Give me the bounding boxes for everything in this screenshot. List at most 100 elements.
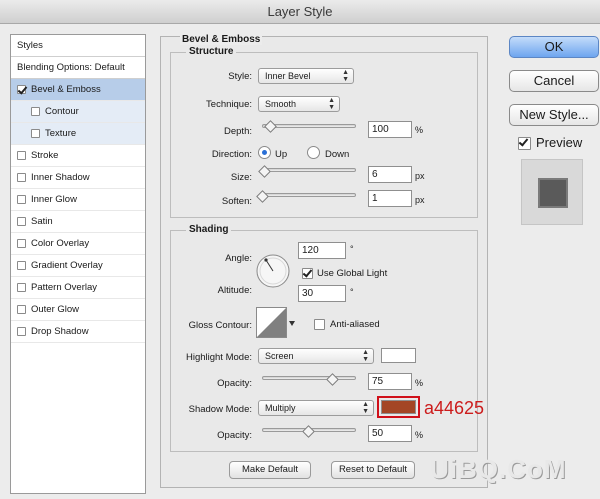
styles-item-checkbox[interactable] [17, 173, 26, 182]
reset-to-default-button[interactable]: Reset to Default [331, 461, 415, 479]
use-global-light-label: Use Global Light [317, 268, 388, 279]
shading-title: Shading [186, 224, 232, 235]
styles-item-drop-shadow[interactable]: Drop Shadow [11, 321, 145, 343]
styles-item-label: Inner Glow [31, 193, 77, 205]
ok-button[interactable]: OK [509, 36, 599, 58]
highlight-mode-value: Screen [265, 351, 294, 361]
styles-item-checkbox[interactable] [17, 261, 26, 270]
cancel-button[interactable]: Cancel [509, 70, 599, 92]
styles-item-checkbox[interactable] [17, 195, 26, 204]
styles-item-label: Texture [45, 127, 77, 139]
styles-item-checkbox[interactable] [17, 85, 26, 94]
shadow-color-annotation: a44625 [424, 398, 485, 418]
styles-item-label: Drop Shadow [31, 325, 89, 337]
preview-checkbox[interactable] [518, 137, 531, 150]
styles-item-color-overlay[interactable]: Color Overlay [11, 233, 145, 255]
watermark-logo: UiBQ.CoM [430, 454, 567, 484]
updown-arrows-icon: ▲ ▼ [342, 69, 349, 83]
styles-item-inner-glow[interactable]: Inner Glow [11, 189, 145, 211]
size-slider[interactable] [262, 168, 356, 172]
direction-down-radio[interactable] [307, 146, 320, 159]
shadow-color-swatch[interactable] [381, 400, 416, 414]
styles-item-label: Outer Glow [31, 303, 80, 315]
styles-header[interactable]: Styles [11, 35, 145, 57]
soften-unit: px [415, 195, 425, 205]
styles-item-contour[interactable]: Contour [11, 101, 145, 123]
styles-item-outer-glow[interactable]: Outer Glow [11, 299, 145, 321]
structure-title: Structure [186, 46, 237, 57]
style-preview-swatch [538, 178, 568, 208]
styles-item-satin[interactable]: Satin [11, 211, 145, 233]
highlight-mode-label: Highlight Mode: [185, 352, 252, 363]
shadow-opacity-input[interactable]: 50 [368, 425, 412, 442]
direction-up-label: Up [275, 149, 288, 160]
altitude-input[interactable]: 30 [298, 285, 346, 302]
soften-slider[interactable] [262, 193, 356, 197]
style-select[interactable]: Inner Bevel ▲ ▼ [258, 68, 354, 84]
shadow-mode-select[interactable]: Multiply ▲ ▼ [258, 400, 374, 416]
styles-item-checkbox[interactable] [17, 217, 26, 226]
style-select-value: Inner Bevel [265, 71, 311, 81]
gloss-contour-label: Gloss Contour: [188, 320, 252, 331]
technique-select-value: Smooth [265, 99, 297, 109]
style-label: Style: [228, 71, 252, 82]
highlight-opacity-label: Opacity: [217, 378, 252, 389]
styles-item-label: Inner Shadow [31, 171, 90, 183]
styles-item-checkbox[interactable] [17, 283, 26, 292]
angle-dial[interactable] [255, 253, 291, 289]
styles-item-label: Gradient Overlay [31, 259, 103, 271]
styles-item-checkbox[interactable] [17, 239, 26, 248]
depth-input[interactable]: 100 [368, 121, 412, 138]
gloss-contour-picker[interactable] [256, 307, 296, 341]
use-global-light-checkbox[interactable] [302, 268, 313, 279]
styles-item-checkbox[interactable] [31, 129, 40, 138]
direction-up-radio[interactable] [258, 146, 271, 159]
styles-item-bevel-emboss[interactable]: Bevel & Emboss [11, 79, 145, 101]
style-preview-thumbnail [521, 159, 583, 225]
styles-item-checkbox[interactable] [31, 107, 40, 116]
blending-options-item[interactable]: Blending Options: Default [11, 57, 145, 79]
styles-item-checkbox[interactable] [17, 151, 26, 160]
updown-arrows-icon: ▲ ▼ [362, 349, 369, 363]
angle-unit: ° [350, 244, 354, 254]
anti-aliased-label: Anti-aliased [330, 319, 380, 330]
highlight-opacity-input[interactable]: 75 [368, 373, 412, 390]
styles-item-label: Satin [31, 215, 53, 227]
styles-item-checkbox[interactable] [17, 327, 26, 336]
shadow-mode-value: Multiply [265, 403, 296, 413]
depth-label: Depth: [224, 126, 252, 137]
technique-select[interactable]: Smooth ▲ ▼ [258, 96, 340, 112]
shadow-mode-label: Shadow Mode: [188, 404, 252, 415]
highlight-opacity-slider[interactable] [262, 376, 356, 380]
direction-down-label: Down [325, 149, 350, 160]
anti-aliased-checkbox[interactable] [314, 319, 325, 330]
highlight-color-swatch[interactable] [381, 348, 416, 363]
size-label: Size: [230, 172, 252, 183]
styles-list: Styles Blending Options: Default Bevel &… [10, 34, 146, 494]
make-default-button[interactable]: Make Default [229, 461, 311, 479]
size-unit: px [415, 171, 425, 181]
altitude-unit: ° [350, 287, 354, 297]
styles-item-stroke[interactable]: Stroke [11, 145, 145, 167]
new-style-button[interactable]: New Style... [509, 104, 599, 126]
styles-item-inner-shadow[interactable]: Inner Shadow [11, 167, 145, 189]
highlight-mode-select[interactable]: Screen ▲ ▼ [258, 348, 374, 364]
soften-input[interactable]: 1 [368, 190, 412, 207]
styles-item-label: Bevel & Emboss [31, 83, 101, 95]
styles-item-gradient-overlay[interactable]: Gradient Overlay [11, 255, 145, 277]
styles-item-label: Stroke [31, 149, 59, 161]
styles-item-label: Pattern Overlay [31, 281, 97, 293]
updown-arrows-icon: ▲ ▼ [328, 97, 335, 111]
dropdown-arrow-icon [289, 321, 295, 326]
angle-label: Angle: [225, 253, 252, 264]
styles-item-pattern-overlay[interactable]: Pattern Overlay [11, 277, 145, 299]
styles-item-label: Color Overlay [31, 237, 90, 249]
styles-item-checkbox[interactable] [17, 305, 26, 314]
panel-title: Bevel & Emboss [180, 34, 263, 45]
angle-input[interactable]: 120 [298, 242, 346, 259]
styles-item-texture[interactable]: Texture [11, 123, 145, 145]
shadow-opacity-label: Opacity: [217, 430, 252, 441]
soften-label: Soften: [221, 196, 252, 207]
depth-unit: % [415, 125, 424, 135]
size-input[interactable]: 6 [368, 166, 412, 183]
